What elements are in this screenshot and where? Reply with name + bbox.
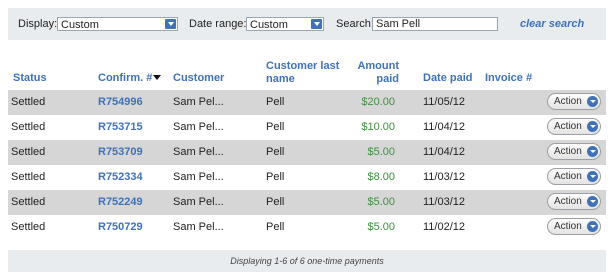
payments-table: Status Confirm. # Customer Customer last… xyxy=(8,48,606,240)
action-label: Action xyxy=(554,221,582,232)
last-name-cell: Pell xyxy=(266,121,285,133)
table-row: Settled R753709 Sam Pel... Pell $5.00 11… xyxy=(8,140,606,165)
date-cell: 11/03/12 xyxy=(423,171,466,183)
table-row: Settled R752249 Sam Pel... Pell $5.00 11… xyxy=(8,190,606,215)
chevron-down-icon xyxy=(587,146,598,157)
action-button[interactable]: Action xyxy=(547,168,601,185)
date-range-label: Date range: xyxy=(189,18,247,30)
amount-cell: $8.00 xyxy=(367,171,395,183)
chevron-down-icon xyxy=(587,121,598,132)
sort-desc-icon xyxy=(153,75,162,80)
status-cell: Settled xyxy=(11,121,46,133)
chevron-down-icon xyxy=(587,171,598,182)
confirm-link[interactable]: R750729 xyxy=(98,221,143,234)
date-range-select-value: Custom xyxy=(250,19,288,31)
date-cell: 11/04/12 xyxy=(423,146,466,158)
pagination-summary: Displaying 1-6 of 6 one-time payments xyxy=(230,256,384,266)
amount-cell: $10.00 xyxy=(361,121,395,133)
status-cell: Settled xyxy=(11,171,46,183)
action-label: Action xyxy=(554,146,582,157)
table-row: Settled R753715 Sam Pel... Pell $10.00 1… xyxy=(8,115,606,140)
date-cell: 11/05/12 xyxy=(423,96,466,108)
status-cell: Settled xyxy=(11,196,46,208)
amount-cell: $5.00 xyxy=(367,146,395,158)
date-cell: 11/04/12 xyxy=(423,121,466,133)
last-name-cell: Pell xyxy=(266,221,285,233)
header-amount[interactable]: Amount paid xyxy=(357,60,399,86)
last-name-cell: Pell xyxy=(266,196,285,208)
chevron-down-icon xyxy=(587,196,598,207)
chevron-down-icon xyxy=(587,221,598,232)
header-invoice[interactable]: Invoice # xyxy=(485,72,532,85)
confirm-link[interactable]: R754996 xyxy=(98,96,143,109)
customer-cell: Sam Pel... xyxy=(173,121,224,133)
confirm-link[interactable]: R753715 xyxy=(98,121,143,134)
action-button[interactable]: Action xyxy=(547,218,601,235)
amount-cell: $20.00 xyxy=(361,96,395,108)
display-label: Display: xyxy=(18,18,58,30)
chevron-down-icon xyxy=(587,96,598,107)
customer-cell: Sam Pel... xyxy=(173,196,224,208)
customer-cell: Sam Pel... xyxy=(173,221,224,233)
display-select-value: Custom xyxy=(61,19,99,31)
confirm-link[interactable]: R752249 xyxy=(98,196,143,209)
confirm-link[interactable]: R752334 xyxy=(98,171,143,184)
action-button[interactable]: Action xyxy=(547,118,601,135)
confirm-link[interactable]: R753709 xyxy=(98,146,143,159)
display-select[interactable]: Custom xyxy=(57,17,178,31)
date-range-select[interactable]: Custom xyxy=(246,17,324,31)
action-button[interactable]: Action xyxy=(547,143,601,160)
header-status[interactable]: Status xyxy=(13,72,47,85)
last-name-cell: Pell xyxy=(266,171,285,183)
table-header: Status Confirm. # Customer Customer last… xyxy=(8,48,606,90)
action-button[interactable]: Action xyxy=(547,193,601,210)
amount-cell: $5.00 xyxy=(367,221,395,233)
search-input[interactable] xyxy=(372,17,498,31)
header-confirm-label: Confirm. # xyxy=(98,72,153,84)
header-customer[interactable]: Customer xyxy=(173,72,224,85)
header-last-name[interactable]: Customer last name xyxy=(266,60,346,86)
customer-cell: Sam Pel... xyxy=(173,146,224,158)
date-cell: 11/03/12 xyxy=(423,196,466,208)
filter-bar: Display: Custom Date range: Custom Searc… xyxy=(8,8,606,40)
header-date[interactable]: Date paid xyxy=(423,72,473,85)
action-button[interactable]: Action xyxy=(547,93,601,110)
clear-search-link[interactable]: clear search xyxy=(520,18,584,30)
header-confirm[interactable]: Confirm. # xyxy=(98,72,162,85)
action-label: Action xyxy=(554,171,582,182)
amount-cell: $5.00 xyxy=(367,196,395,208)
table-row: Settled R750729 Sam Pel... Pell $5.00 11… xyxy=(8,215,606,240)
customer-cell: Sam Pel... xyxy=(173,96,224,108)
action-label: Action xyxy=(554,196,582,207)
action-label: Action xyxy=(554,121,582,132)
status-cell: Settled xyxy=(11,221,46,233)
last-name-cell: Pell xyxy=(266,96,285,108)
table-footer: Displaying 1-6 of 6 one-time payments xyxy=(8,250,606,272)
last-name-cell: Pell xyxy=(266,146,285,158)
customer-cell: Sam Pel... xyxy=(173,171,224,183)
chevron-down-icon xyxy=(311,19,322,29)
status-cell: Settled xyxy=(11,96,46,108)
status-cell: Settled xyxy=(11,146,46,158)
date-cell: 11/02/12 xyxy=(423,221,466,233)
action-label: Action xyxy=(554,96,582,107)
chevron-down-icon xyxy=(165,19,176,29)
search-label: Search: xyxy=(336,18,374,30)
table-row: Settled R754996 Sam Pel... Pell $20.00 1… xyxy=(8,90,606,115)
table-row: Settled R752334 Sam Pel... Pell $8.00 11… xyxy=(8,165,606,190)
